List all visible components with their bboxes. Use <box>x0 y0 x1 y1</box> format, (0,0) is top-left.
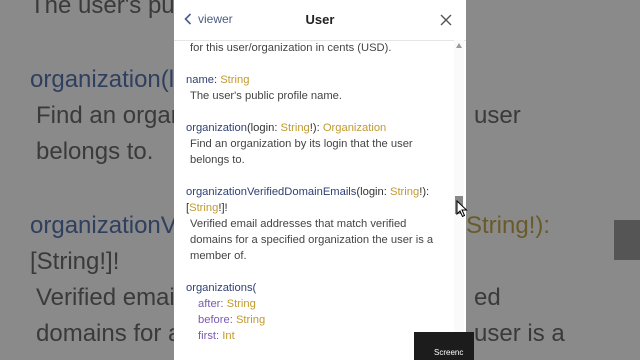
field-verified-emails-ret-close: !]! <box>218 202 228 214</box>
field-organization-type[interactable]: Organization <box>323 122 386 134</box>
field-organization-link[interactable]: organization <box>186 122 247 134</box>
field-name-link[interactable]: name <box>186 74 214 86</box>
bg-line-4: belongs to. <box>36 138 154 165</box>
field-verified-emails-arg-close: !): <box>419 186 430 198</box>
truncated-description: for this user/organization in cents (USD… <box>190 42 392 54</box>
field-organizations-link[interactable]: organizations( <box>186 280 448 296</box>
bg-line-6: [String!]! <box>30 248 120 275</box>
arg-before-name: before <box>198 314 230 326</box>
bg-line-7-right: ed <box>474 284 501 311</box>
bg-line-7: Verified email <box>36 284 181 311</box>
arg-before-type[interactable]: String <box>236 314 265 326</box>
arg-first-type[interactable]: Int <box>222 330 234 342</box>
field-verified-emails: organizationVerifiedDomainEmails(login: … <box>186 184 448 264</box>
close-icon <box>440 14 452 26</box>
bg-line-1: The user's pub <box>30 0 189 19</box>
scroll-up-arrow-icon[interactable] <box>456 43 462 48</box>
field-verified-emails-arg-open: (login: <box>356 186 390 198</box>
mouse-cursor-icon <box>456 200 468 218</box>
field-organization-arg-close: !): <box>309 122 323 134</box>
field-verified-emails-link[interactable]: organizationVerifiedDomainEmails <box>186 186 356 198</box>
bg-line-8: domains for a <box>36 320 182 347</box>
field-organization-arg-type[interactable]: String <box>281 122 310 134</box>
field-verified-emails-ret-type[interactable]: String <box>189 202 218 214</box>
field-organization-description: Find an organization by its login that t… <box>190 138 413 166</box>
field-organization: organization(login: String!): Organizati… <box>186 120 448 168</box>
panel-header: viewer User <box>174 0 466 41</box>
bg-line-5: organizationV <box>30 212 177 239</box>
field-name: name: String The user's public profile n… <box>186 72 448 104</box>
field-organizations: organizations( after: String before: Str… <box>186 280 448 344</box>
bg-line-8-right: user is a <box>474 320 565 347</box>
arg-after-name: after <box>198 298 221 310</box>
arg-first: first: Int <box>198 330 235 342</box>
arg-first-name: first <box>198 330 217 342</box>
bg-line-3-right: user <box>474 102 521 129</box>
bg-line-2: organization(lo <box>30 66 188 93</box>
close-button[interactable] <box>438 12 454 28</box>
field-name-type[interactable]: String <box>220 74 249 86</box>
field-name-description: The user's public profile name. <box>190 90 342 102</box>
panel-title: User <box>305 12 335 27</box>
bg-line-5-right: String!): <box>466 212 551 239</box>
arg-before: before: String <box>198 314 266 326</box>
arg-after: after: String <box>198 298 256 310</box>
field-verified-emails-arg-type[interactable]: String <box>390 186 419 198</box>
field-organization-arg-open: (login: <box>246 122 281 134</box>
doc-content: for this user/organization in cents (USD… <box>186 40 448 360</box>
bg-line-3: Find an organ <box>36 102 185 129</box>
screen-recorder-watermark: Screenc <box>414 332 474 360</box>
field-verified-emails-description: Verified email addresses that match veri… <box>190 218 434 262</box>
bg-scrollbar-thumb <box>614 220 640 260</box>
arg-after-type[interactable]: String <box>227 298 256 310</box>
doc-explorer-panel: viewer User for this user/organization i… <box>174 0 466 360</box>
